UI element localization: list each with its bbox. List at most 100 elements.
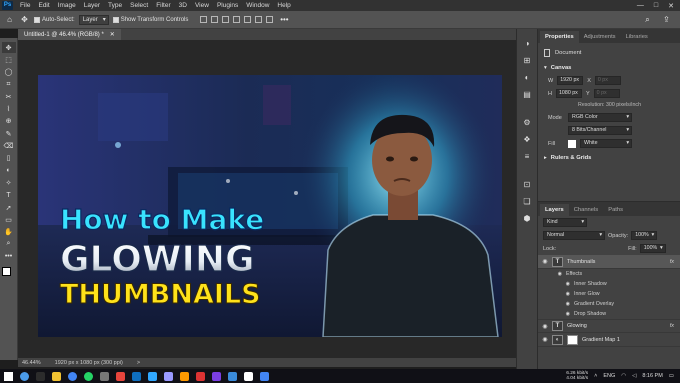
gradient-tool-icon[interactable]: ▯ <box>2 153 16 164</box>
fill-dropdown[interactable]: White <box>580 139 632 148</box>
app-icon[interactable] <box>244 371 253 381</box>
blend-mode-dropdown[interactable]: Normal <box>543 231 605 240</box>
more-tools-icon[interactable]: ••• <box>2 251 16 262</box>
effect-gradient-overlay[interactable]: ◉ Gradient Overlay <box>538 299 680 309</box>
menu-layer[interactable]: Layer <box>80 2 104 9</box>
visibility-eye-icon[interactable]: ◉ <box>538 291 574 297</box>
align-center-icon[interactable] <box>211 16 219 23</box>
auto-select-checkbox[interactable]: Auto-Select: <box>34 16 75 23</box>
healing-tool-icon[interactable]: ⊕ <box>2 116 16 127</box>
fill-swatch[interactable] <box>568 139 576 148</box>
maximize-icon[interactable]: □ <box>654 2 658 10</box>
menu-edit[interactable]: Edit <box>34 2 53 9</box>
y-field[interactable]: 0 px <box>593 89 620 98</box>
menu-help[interactable]: Help <box>273 2 294 9</box>
app-icon[interactable] <box>164 371 173 381</box>
home-icon[interactable]: ⌂ <box>4 14 15 25</box>
kind-filter-dropdown[interactable]: Kind <box>543 218 587 227</box>
channels-panel-icon[interactable]: ❏ <box>520 195 534 207</box>
chevron-up-icon[interactable]: ˄ <box>594 373 597 379</box>
app-icon[interactable] <box>260 371 269 381</box>
document-tab[interactable]: Untitled-1 @ 46.4% (RGB/8) * ✕ <box>18 29 121 40</box>
status-arrow-icon[interactable]: > <box>137 360 140 366</box>
adjustments-panel-icon[interactable]: ⚙ <box>520 116 534 128</box>
color-panel-icon[interactable]: ◑ <box>520 37 534 49</box>
align-middle-icon[interactable] <box>244 16 252 23</box>
menu-file[interactable]: File <box>16 2 34 9</box>
eraser-tool-icon[interactable]: ⌫ <box>2 140 16 151</box>
language-indicator[interactable]: ENG <box>603 373 615 379</box>
crop-tool-icon[interactable]: ⌗ <box>2 79 16 90</box>
canvas-section-header[interactable]: ▾ Canvas <box>538 60 680 74</box>
bit-depth-dropdown[interactable]: 8 Bits/Channel <box>568 126 632 135</box>
align-top-icon[interactable] <box>233 16 241 23</box>
menu-view[interactable]: View <box>191 2 213 9</box>
brush-tool-icon[interactable]: ✎ <box>2 128 16 139</box>
visibility-eye-icon[interactable]: ◉ <box>538 323 552 330</box>
wifi-icon[interactable]: ◠ <box>621 373 626 379</box>
menu-plugins[interactable]: Plugins <box>213 2 242 9</box>
hand-tool-icon[interactable]: ✋ <box>2 226 16 237</box>
menu-window[interactable]: Window <box>242 2 273 9</box>
task-view-icon[interactable] <box>36 371 45 381</box>
color-swatches[interactable] <box>1 267 16 283</box>
mode-dropdown[interactable]: RGB Color <box>568 113 632 122</box>
search-icon[interactable] <box>20 371 29 381</box>
search-icon[interactable]: ⌕ <box>642 14 653 25</box>
more-options-icon[interactable]: ••• <box>277 14 291 25</box>
align-right-icon[interactable] <box>222 16 230 23</box>
chrome-icon[interactable] <box>68 371 77 381</box>
thumbnail-artwork[interactable]: How to Make GLOWING THUMBNAILS <box>38 75 502 337</box>
show-transform-checkbox[interactable]: Show Transform Controls <box>112 16 188 23</box>
menu-select[interactable]: Select <box>126 2 152 9</box>
height-field[interactable]: 1080 px <box>555 89 582 98</box>
eyedropper-tool-icon[interactable]: ⌇ <box>2 103 16 114</box>
effects-row[interactable]: ◉ Effects <box>538 269 680 279</box>
minimize-icon[interactable]: — <box>637 2 644 10</box>
visibility-eye-icon[interactable]: ◉ <box>538 336 552 343</box>
align-bottom-icon[interactable] <box>255 16 263 23</box>
volume-icon[interactable]: ◁ <box>632 373 636 379</box>
rulers-section-header[interactable]: ▸ Rulers & Grids <box>538 150 680 164</box>
align-left-icon[interactable] <box>200 16 208 23</box>
layer-thumbnails[interactable]: ◉ T Thumbnails fx <box>538 255 680 269</box>
youtube-icon[interactable] <box>116 371 125 381</box>
photoshop-taskbar-icon[interactable] <box>148 371 157 381</box>
close-tab-icon[interactable]: ✕ <box>110 31 115 38</box>
type-tool-icon[interactable]: T <box>2 190 16 201</box>
marquee-tool-icon[interactable]: ⬚ <box>2 54 16 65</box>
opacity-field[interactable]: 100% <box>631 231 658 240</box>
patterns-panel-icon[interactable]: ▤ <box>520 88 534 100</box>
shape-tool-icon[interactable]: ▭ <box>2 214 16 225</box>
paths-panel-icon[interactable]: ⬢ <box>520 212 534 224</box>
app-icon[interactable] <box>228 371 237 381</box>
effect-inner-shadow[interactable]: ◉ Inner Shadow <box>538 279 680 289</box>
swatches-panel-icon[interactable]: ⊞ <box>520 54 534 66</box>
styles-panel-icon[interactable]: ❖ <box>520 133 534 145</box>
fx-icon[interactable]: fx <box>670 323 674 329</box>
menu-image[interactable]: Image <box>54 2 80 9</box>
blur-tool-icon[interactable]: ✧ <box>2 177 16 188</box>
x-field[interactable]: 0 px <box>594 76 621 85</box>
menu-type[interactable]: Type <box>104 2 126 9</box>
visibility-eye-icon[interactable]: ◉ <box>538 301 574 307</box>
move-tool-icon[interactable]: ✥ <box>19 14 30 25</box>
app-icon[interactable] <box>100 371 109 381</box>
tab-paths[interactable]: Paths <box>603 204 628 216</box>
notification-icon[interactable]: ▭ <box>669 373 674 379</box>
share-icon[interactable]: ⇪ <box>661 14 672 25</box>
move-tool-icon[interactable]: ✥ <box>1 42 16 54</box>
visibility-eye-icon[interactable]: ◉ <box>538 281 574 287</box>
visibility-eye-icon[interactable]: ◉ <box>538 311 574 317</box>
layer-gradient-map[interactable]: ◉ ◐ Gradient Map 1 <box>538 333 680 347</box>
tab-channels[interactable]: Channels <box>569 204 604 216</box>
clock[interactable]: 8:16 PM <box>642 373 662 379</box>
auto-select-dropdown[interactable]: Layer <box>78 14 109 25</box>
fx-icon[interactable]: fx <box>670 259 674 265</box>
path-select-tool-icon[interactable]: ➚ <box>2 202 16 213</box>
zoom-level[interactable]: 46.44% <box>22 360 41 366</box>
close-icon[interactable]: ✕ <box>668 2 674 10</box>
distribute-icon[interactable] <box>266 16 274 23</box>
app-icon[interactable] <box>212 371 221 381</box>
start-icon[interactable] <box>4 371 13 381</box>
